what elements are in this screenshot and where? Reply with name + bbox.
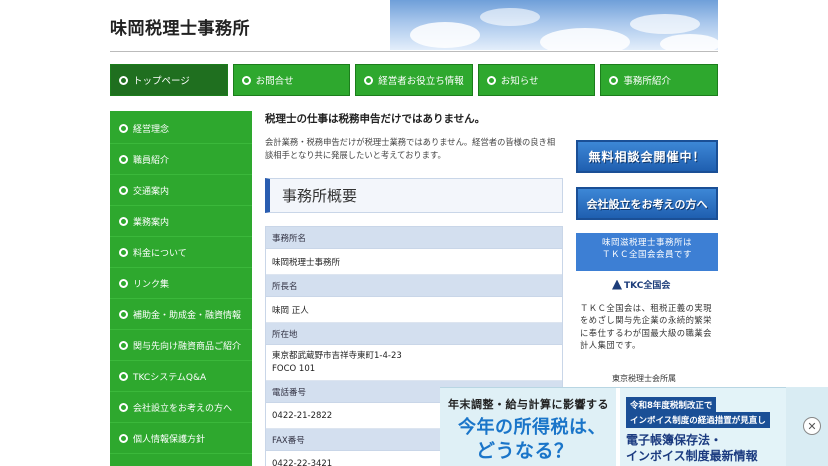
bullet-icon: [119, 247, 128, 257]
sidebar-item-tkc-qa[interactable]: TKCシステムQ&A: [110, 361, 252, 392]
bullet-icon: [119, 309, 128, 319]
table-row-label: 所在地: [266, 323, 562, 345]
bullet-icon: [119, 154, 128, 164]
nav-news[interactable]: お知らせ: [477, 64, 596, 96]
bullet-icon: [241, 75, 251, 85]
section-heading: 事務所概要: [265, 178, 563, 213]
ad-banner[interactable]: 年末調整・給与計算に影響する 今年の所得税は、 どうなる？ 令和8年度税制改正で…: [440, 387, 828, 466]
header-divider: [110, 51, 718, 52]
bullet-icon: [609, 75, 619, 85]
sidebar-item-philosophy[interactable]: 経営理念: [110, 113, 252, 144]
table-row-label: 所長名: [266, 275, 562, 297]
bullet-icon: [119, 75, 128, 85]
intro-paragraph: 会計業務・税務申告だけが税理士業務ではありません。経営者の皆様の良き相談相手とな…: [265, 137, 556, 160]
sidebar-item-company-setup[interactable]: 会社設立をお考えの方へ: [110, 392, 252, 423]
bullet-icon: [119, 278, 128, 288]
sidebar-item-staff[interactable]: 職員紹介: [110, 144, 252, 175]
bullet-icon: [119, 402, 128, 412]
sidebar-item-fees[interactable]: 料金について: [110, 237, 252, 268]
header-sky-image: [390, 0, 718, 50]
sidebar-item-privacy[interactable]: 個人情報保護方針: [110, 423, 252, 454]
tkc-member-box[interactable]: 味岡滋税理士事務所は ＴＫＣ全国会会員です: [576, 233, 718, 271]
bullet-icon: [486, 75, 496, 85]
sidebar-item-services[interactable]: 業務案内: [110, 206, 252, 237]
tkc-logo-icon: [612, 279, 622, 290]
sidebar-item-access[interactable]: 交通案内: [110, 175, 252, 206]
sidebar: 経営理念 職員紹介 交通案内 業務案内 料金について リンク集 補助金・助成金・…: [110, 111, 252, 466]
free-consultation-banner[interactable]: 無料相談会開催中！: [576, 140, 718, 173]
nav-business-info[interactable]: 経営者お役立ち情報: [355, 64, 473, 96]
tax-association-note: 東京税理士会所属: [612, 374, 676, 383]
sidebar-item-links[interactable]: リンク集: [110, 268, 252, 299]
table-row-label: 事務所名: [266, 227, 562, 249]
bullet-icon: [119, 123, 128, 133]
bullet-icon: [119, 433, 128, 443]
intro-heading: 税理士の仕事は税務申告だけではありません。: [265, 113, 486, 125]
table-row-value: 味岡 正人: [266, 297, 562, 323]
nav-office-intro[interactable]: 事務所紹介: [600, 64, 718, 96]
tkc-description: ＴＫＣ全国会は、租税正義の実現をめざし関与先企業の永続的繁栄に奉仕するわが国最大…: [580, 303, 712, 351]
bullet-icon: [119, 216, 128, 226]
close-icon[interactable]: ✕: [803, 417, 821, 435]
nav-contact[interactable]: お問合せ: [232, 64, 351, 96]
table-row-value: 味岡税理士事務所: [266, 249, 562, 275]
bullet-icon: [119, 340, 128, 350]
nav-top-page[interactable]: トップページ: [110, 64, 228, 96]
table-row-value: 東京都武蔵野市吉祥寺東町1-4-23 FOCO 101: [266, 345, 562, 381]
bullet-icon: [364, 75, 374, 85]
bullet-icon: [119, 185, 128, 195]
site-header: 味岡税理士事務所: [110, 0, 718, 50]
top-navigation: トップページ お問合せ 経営者お役立ち情報 お知らせ 事務所紹介: [110, 64, 718, 96]
site-title[interactable]: 味岡税理士事務所: [110, 14, 250, 39]
tkc-logo[interactable]: TKC全国会: [612, 278, 670, 291]
sidebar-item-loans[interactable]: 関与先向け融資商品ご紹介: [110, 330, 252, 361]
sidebar-item-subsidies[interactable]: 補助金・助成金・融資情報: [110, 299, 252, 330]
bullet-icon: [119, 371, 128, 381]
company-setup-banner[interactable]: 会社設立をお考えの方へ: [576, 187, 718, 220]
ad-left-panel: 年末調整・給与計算に影響する 今年の所得税は、 どうなる？: [440, 388, 620, 466]
main-content: 税理士の仕事は税務申告だけではありません。 会計業務・税務申告だけが税理士業務で…: [265, 111, 563, 162]
